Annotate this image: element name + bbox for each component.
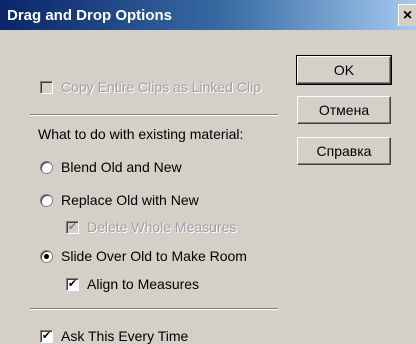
replace-label[interactable]: Replace Old with New	[61, 192, 199, 208]
copy-linked-label: Copy Entire Clips as Linked Clip	[61, 79, 261, 95]
align-measures-label[interactable]: Align to Measures	[87, 276, 199, 292]
copy-linked-checkbox-row: Copy Entire Clips as Linked Clip	[40, 79, 293, 95]
cancel-button[interactable]: Отмена	[297, 96, 391, 124]
close-icon: ×	[402, 6, 413, 24]
delete-measures-checkbox: ✔	[66, 220, 79, 234]
ask-every-time-checkbox[interactable]: ✔	[40, 329, 53, 343]
title-bar: Drag and Drop Options ×	[0, 0, 416, 30]
slide-radio[interactable]	[40, 249, 53, 263]
blend-radio-row[interactable]: Blend Old and New	[40, 159, 182, 175]
align-measures-checkbox[interactable]: ✔	[66, 277, 79, 291]
copy-linked-checkbox	[40, 80, 53, 94]
ask-every-time-label[interactable]: Ask This Every Time	[61, 328, 188, 344]
dialog-body: Copy Entire Clips as Linked Clip What to…	[0, 30, 416, 344]
blend-radio[interactable]	[40, 160, 53, 174]
ok-button[interactable]: OK	[296, 55, 392, 85]
help-button[interactable]: Справка	[297, 137, 391, 165]
window-title: Drag and Drop Options	[7, 6, 172, 24]
delete-measures-label: Delete Whole Measures	[87, 219, 237, 235]
replace-radio-row[interactable]: Replace Old with New	[40, 192, 199, 208]
separator-bottom	[30, 308, 278, 310]
align-measures-row[interactable]: ✔ Align to Measures	[66, 276, 199, 292]
slide-label[interactable]: Slide Over Old to Make Room	[61, 248, 247, 264]
separator-top	[30, 114, 278, 116]
replace-radio[interactable]	[40, 193, 53, 207]
section-label-row: What to do with existing material:	[38, 126, 243, 142]
blend-label[interactable]: Blend Old and New	[61, 159, 182, 175]
close-button[interactable]: ×	[398, 4, 416, 26]
slide-radio-row[interactable]: Slide Over Old to Make Room	[40, 248, 247, 264]
section-label: What to do with existing material:	[38, 126, 244, 142]
ask-every-time-row[interactable]: ✔ Ask This Every Time	[40, 328, 188, 344]
delete-measures-row: ✔ Delete Whole Measures	[66, 219, 236, 235]
